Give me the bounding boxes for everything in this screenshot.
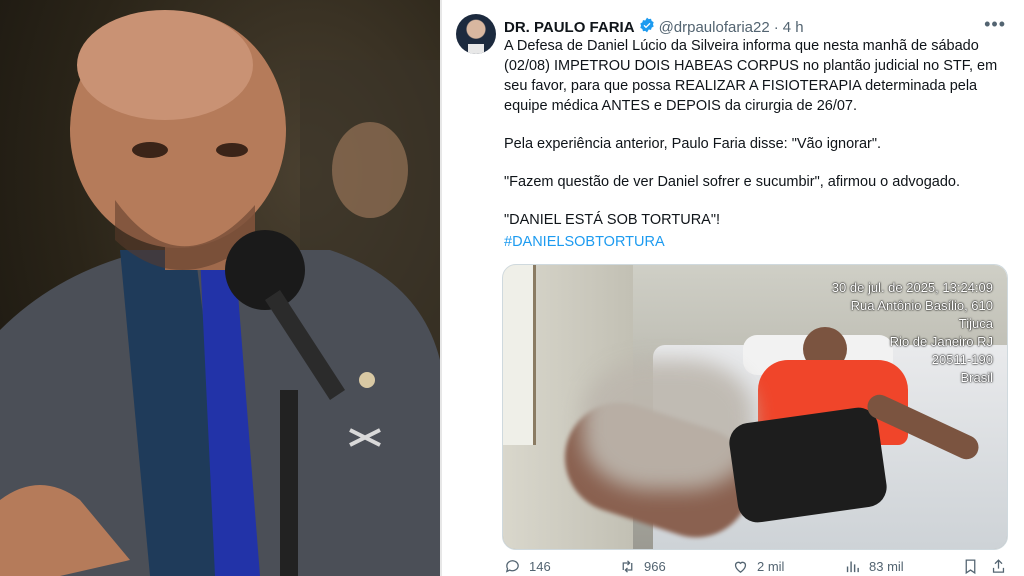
tweet-paragraph: "DANIEL ESTÁ SOB TORTURA"! bbox=[504, 212, 721, 228]
timestamp[interactable]: 4 h bbox=[783, 19, 804, 36]
avatar[interactable] bbox=[456, 14, 496, 54]
tweet-paragraph: "Fazem questão de ver Daniel sofrer e su… bbox=[504, 174, 960, 190]
like-count: 2 mil bbox=[757, 558, 785, 574]
views-button[interactable]: 83 mil bbox=[844, 558, 904, 575]
views-icon bbox=[846, 561, 859, 572]
tweet-paragraph: Pela experiência anterior, Paulo Faria d… bbox=[504, 136, 882, 152]
more-icon[interactable]: ••• bbox=[984, 14, 1006, 35]
stamp-line: 20511-190 bbox=[931, 352, 993, 367]
tweet-header: DR. PAULO FARIA @drpaulofaria22 · 4 h bbox=[504, 17, 804, 37]
reply-count: 146 bbox=[529, 558, 551, 574]
stamp-line: Rio de Janeiro RJ bbox=[889, 334, 993, 349]
stamp-line: Tijuca bbox=[958, 316, 993, 331]
retweet-count: 966 bbox=[644, 558, 666, 574]
stamp-line: 30 de jul. de 2025, 13:24:09 bbox=[831, 280, 993, 295]
tweet-paragraph: A Defesa de Daniel Lúcio da Silveira inf… bbox=[504, 38, 998, 114]
retweet-icon bbox=[622, 559, 633, 573]
speaker-photo bbox=[0, 0, 440, 576]
tweet-media-image[interactable]: 30 de jul. de 2025, 13:24:09 Rua Antônio… bbox=[502, 264, 1008, 550]
blurred-area bbox=[583, 360, 753, 490]
speaker-illustration bbox=[0, 10, 440, 576]
display-name[interactable]: DR. PAULO FARIA bbox=[504, 19, 635, 36]
views-count: 83 mil bbox=[869, 558, 904, 574]
reply-icon bbox=[505, 559, 519, 573]
stamp-line: Rua Antônio Basílio, 610 bbox=[850, 298, 993, 313]
handle[interactable]: @drpaulofaria22 bbox=[659, 19, 770, 36]
bookmark-button[interactable] bbox=[962, 558, 979, 575]
bookmark-icon bbox=[965, 558, 976, 574]
patient-shorts bbox=[726, 405, 890, 525]
hashtag-link[interactable]: #DANIELSOBTORTURA bbox=[504, 232, 1004, 252]
verified-badge-icon bbox=[639, 17, 655, 37]
share-button[interactable] bbox=[990, 558, 1007, 575]
reply-button[interactable]: 146 bbox=[504, 558, 551, 575]
retweet-button[interactable]: 966 bbox=[619, 558, 666, 575]
separator-dot: · bbox=[773, 18, 779, 36]
tweet-text: A Defesa de Daniel Lúcio da Silveira inf… bbox=[504, 36, 1004, 252]
heart-icon bbox=[734, 561, 747, 573]
stamp-line: Brasil bbox=[960, 370, 993, 385]
like-button[interactable]: 2 mil bbox=[732, 558, 784, 575]
tweet-actions: 146 966 2 mil 83 mil bbox=[504, 556, 1007, 576]
window bbox=[503, 265, 536, 445]
media-timestamp-overlay: 30 de jul. de 2025, 13:24:09 Rua Antônio… bbox=[832, 279, 993, 387]
share-icon bbox=[992, 558, 1005, 573]
